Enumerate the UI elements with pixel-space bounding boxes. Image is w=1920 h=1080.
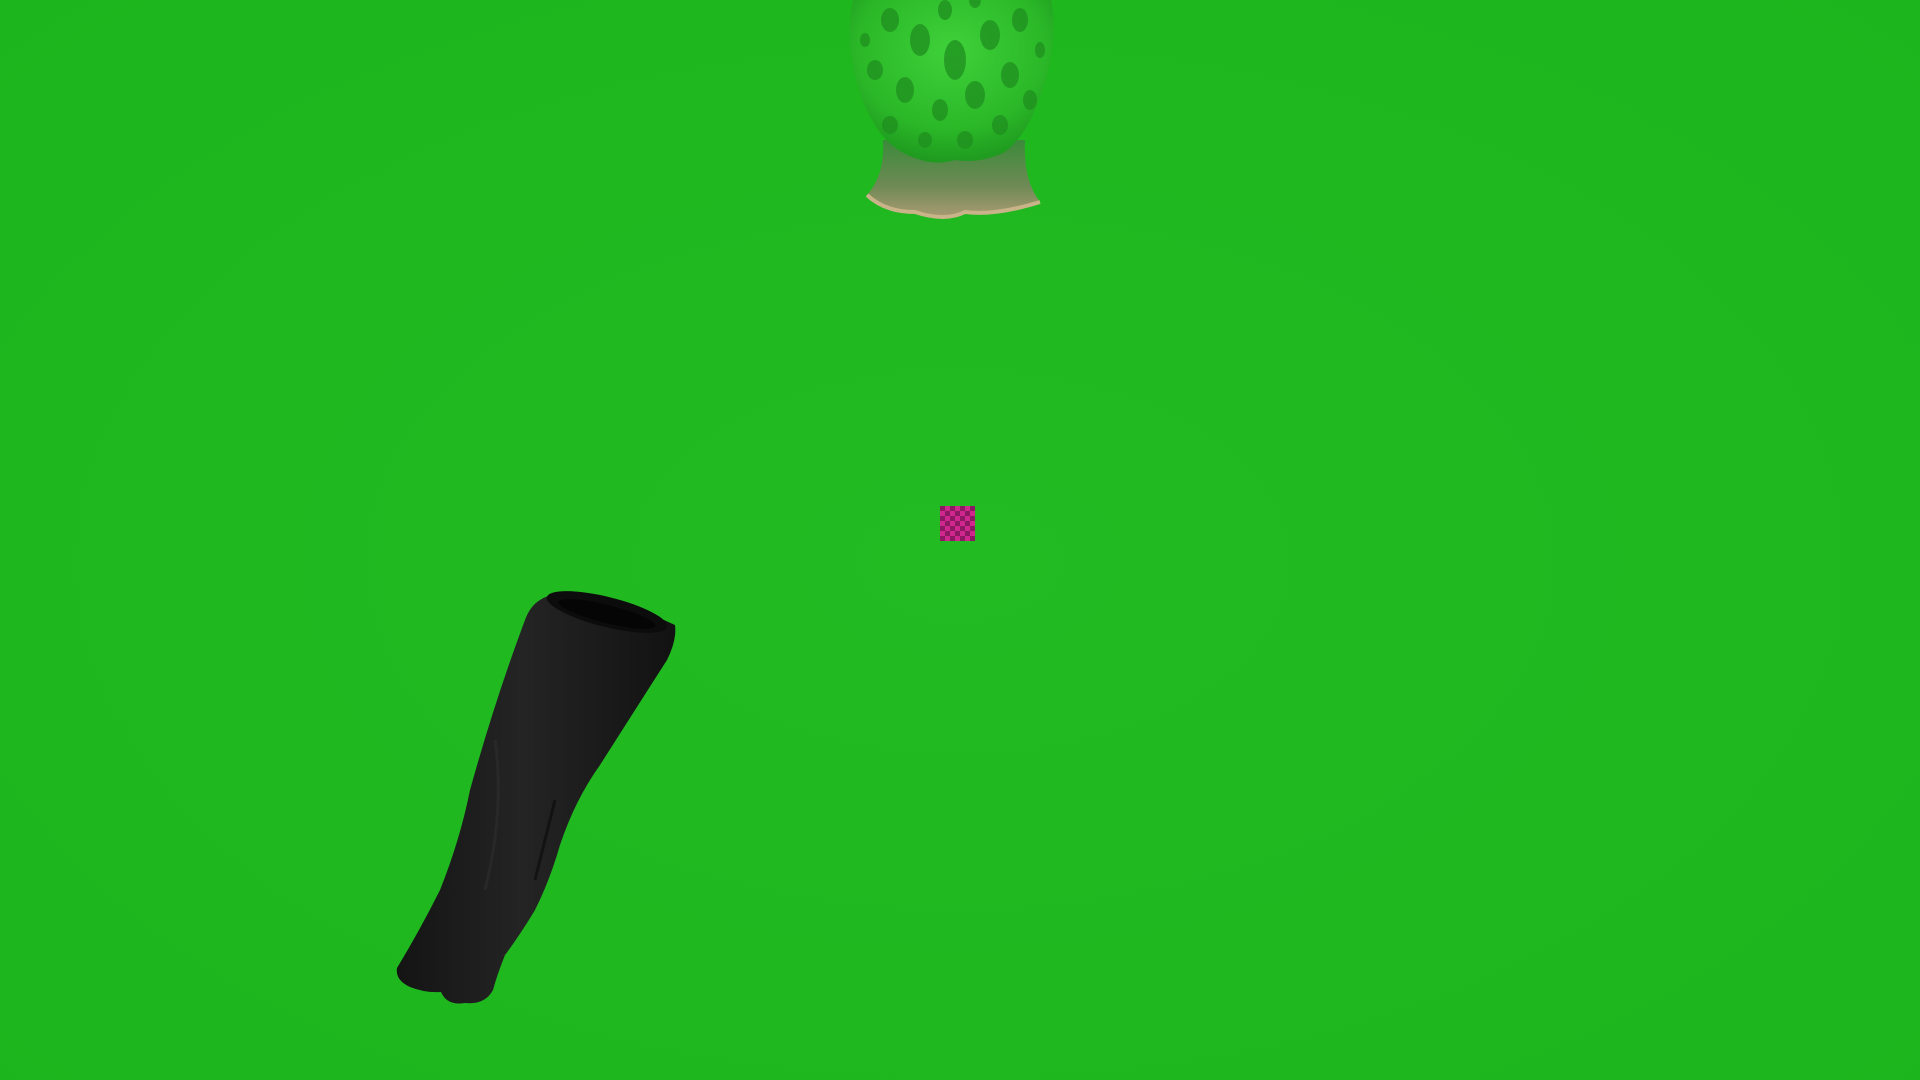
black-sleeve-model: [396, 591, 676, 1004]
green-spotted-head-model: [849, 0, 1054, 219]
missing-texture-checker: [940, 506, 975, 541]
game-viewport[interactable]: [0, 0, 1920, 1080]
